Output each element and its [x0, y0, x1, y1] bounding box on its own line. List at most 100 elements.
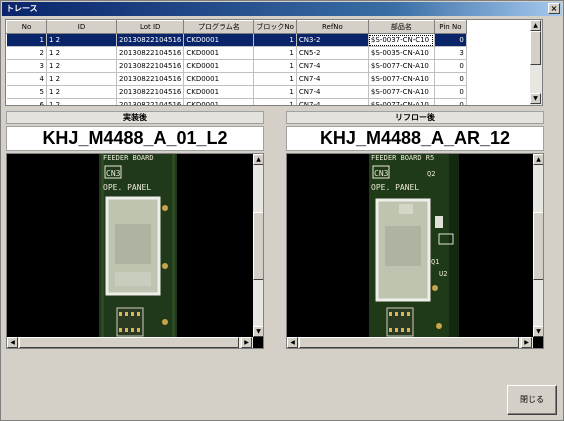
scroll-down-arrow-icon[interactable]: ▼	[530, 93, 541, 104]
table-cell[interactable]: 20130822104516	[116, 85, 185, 99]
table-cell[interactable]: CKD0001	[183, 59, 255, 73]
table-row[interactable]: 11 2 20130822104516 CKD0001 1 CN3-2 $S-0037-C…	[6, 33, 467, 47]
left-image-viewport[interactable]: FEEDER BOARD CN3 OPE. PANEL ▲ ▼ ◀ ▶	[6, 153, 264, 349]
left-viewport-vertical-scrollbar[interactable]: ▲ ▼	[253, 154, 263, 337]
table-cell[interactable]: 0	[434, 72, 467, 86]
column-header[interactable]: ID	[46, 20, 117, 34]
table-cell[interactable]: 1 2	[46, 46, 117, 60]
left-viewport-horizontal-scrollbar[interactable]: ◀ ▶	[7, 337, 253, 348]
right-hscroll-thumb[interactable]	[299, 337, 519, 348]
table-cell[interactable]: CKD0001	[183, 85, 255, 99]
table-row[interactable]: 61 2 20130822104516 CKD0001 1 CN7-4 $S-0077-C…	[6, 98, 467, 105]
right-scroll-left-icon[interactable]: ◀	[287, 337, 298, 348]
left-scroll-down-icon[interactable]: ▼	[253, 326, 263, 337]
table-cell[interactable]: 1 2	[46, 33, 117, 47]
right-pcb-graphic: FEEDER BOARD R5 CN3 Q2 OPE. PANEL Q1 U2	[369, 154, 459, 348]
table-row[interactable]: 21 2 20130822104516 CKD0001 1 CN5-2 $S-0035-C…	[6, 46, 467, 60]
table-cell[interactable]: 3	[6, 59, 47, 73]
column-header[interactable]: No	[6, 20, 47, 34]
table-cell[interactable]: CN3-2	[296, 33, 369, 47]
table-cell[interactable]: $S-0035-CN-A10	[368, 46, 435, 60]
table-cell[interactable]: 20130822104516	[116, 33, 185, 47]
table-cell[interactable]: $S-0077-CN-A10	[368, 72, 435, 86]
right-image-viewport[interactable]: FEEDER BOARD R5 CN3 Q2 OPE. PANEL Q1 U2	[286, 153, 544, 349]
pcb-label-u2: U2	[439, 270, 447, 278]
right-viewport-horizontal-scrollbar[interactable]: ◀ ▶	[287, 337, 533, 348]
left-scroll-up-icon[interactable]: ▲	[253, 154, 263, 165]
table-cell[interactable]: 20130822104516	[116, 46, 185, 60]
left-pcb-image: FEEDER BOARD CN3 OPE. PANEL	[99, 154, 177, 348]
table-row[interactable]: 41 2 20130822104516 CKD0001 1 CN7-4 $S-0077-C…	[6, 72, 467, 86]
table-cell[interactable]: 5	[6, 85, 47, 99]
table-cell[interactable]: 2	[6, 46, 47, 60]
pcb-label-q2: Q2	[427, 170, 435, 178]
left-hscroll-thumb[interactable]	[19, 337, 239, 348]
table-cell[interactable]: 20130822104516	[116, 72, 185, 86]
left-scroll-left-icon[interactable]: ◀	[7, 337, 18, 348]
right-vscroll-thumb[interactable]	[533, 212, 543, 280]
table-cell[interactable]: 1 2	[46, 98, 117, 105]
table-cell[interactable]: 1 2	[46, 85, 117, 99]
pcb-label-cn3-right: CN3	[374, 169, 389, 178]
pcb-label-feeder-board-r5: FEEDER BOARD R5	[371, 154, 434, 162]
table-row[interactable]: 31 2 20130822104516 CKD0001 1 CN7-4 $S-0077-C…	[6, 59, 467, 73]
right-viewport-vertical-scrollbar[interactable]: ▲ ▼	[533, 154, 543, 337]
table-cell[interactable]: $S-0077-CN-A10	[368, 98, 435, 105]
table-cell[interactable]: 1	[253, 85, 297, 99]
table-cell[interactable]: 1 2	[46, 72, 117, 86]
table-cell[interactable]: 3	[434, 46, 467, 60]
right-panel-header: リフロー後	[286, 111, 544, 124]
table-cell[interactable]: $S-0037-CN-C10	[368, 33, 435, 47]
table-cell[interactable]: 1	[253, 33, 297, 47]
table-cell[interactable]: 20130822104516	[116, 98, 185, 105]
left-scroll-right-icon[interactable]: ▶	[241, 337, 252, 348]
table-cell[interactable]: 1	[253, 98, 297, 105]
table-cell[interactable]: 1	[6, 33, 47, 47]
table-cell[interactable]: 0	[434, 98, 467, 105]
trace-window: トレース × No ID Lot ID プログラム名 ブロックNo RefNo 部品名 Pin…	[0, 0, 564, 421]
window-close-button[interactable]: ×	[548, 3, 560, 14]
table-cell[interactable]: 1 2	[46, 59, 117, 73]
title-bar: トレース ×	[2, 2, 562, 16]
left-panel-image-name: KHJ_M4488_A_01_L2	[6, 126, 264, 151]
close-button[interactable]: 閉じる	[507, 385, 557, 415]
table-cell[interactable]: 1	[253, 72, 297, 86]
column-header[interactable]: ブロックNo	[253, 20, 297, 34]
table-cell[interactable]: CKD0001	[183, 46, 255, 60]
right-scroll-down-icon[interactable]: ▼	[533, 326, 543, 337]
table-cell[interactable]: CKD0001	[183, 33, 255, 47]
column-header[interactable]: RefNo	[295, 20, 369, 34]
column-header[interactable]: Lot ID	[115, 20, 185, 34]
table-cell[interactable]: $S-0077-CN-A10	[368, 59, 435, 73]
table-cell[interactable]: CKD0001	[183, 98, 255, 105]
table-cell[interactable]: 0	[434, 59, 467, 73]
table-row[interactable]: 51 2 20130822104516 CKD0001 1 CN7-4 $S-0077-C…	[6, 85, 467, 99]
table-cell[interactable]: 0	[434, 85, 467, 99]
table-cell[interactable]: 0	[434, 33, 467, 47]
table-cell[interactable]: 4	[6, 72, 47, 86]
pcb-label-ope-panel-right: OPE. PANEL	[371, 183, 419, 192]
table-cell[interactable]: CN5-2	[296, 46, 369, 60]
scroll-thumb[interactable]	[530, 31, 541, 65]
table-cell[interactable]: 1	[253, 59, 297, 73]
table-cell[interactable]: 1	[253, 46, 297, 60]
column-header[interactable]: Pin No	[433, 20, 467, 34]
table-cell[interactable]: CN7-4	[296, 85, 369, 99]
table-cell[interactable]: CN7-4	[296, 72, 369, 86]
table-cell[interactable]: CN7-4	[296, 59, 369, 73]
table-cell[interactable]: CKD0001	[183, 72, 255, 86]
column-header[interactable]: 部品名	[367, 20, 435, 34]
table-cell[interactable]: $S-0077-CN-A10	[368, 85, 435, 99]
table-cell[interactable]: 20130822104516	[116, 59, 185, 73]
table-cell[interactable]: 6	[6, 98, 47, 105]
table-vertical-scrollbar[interactable]: ▲ ▼	[530, 20, 542, 105]
right-scroll-up-icon[interactable]: ▲	[533, 154, 543, 165]
pcb-label-cn3: CN3	[106, 169, 121, 178]
left-vscroll-thumb[interactable]	[253, 212, 263, 280]
table-cell[interactable]: CN7-4	[296, 98, 369, 105]
right-scroll-right-icon[interactable]: ▶	[521, 337, 532, 348]
column-header[interactable]: プログラム名	[183, 20, 255, 34]
left-panel-header: 実装後	[6, 111, 264, 124]
right-panel-image-name: KHJ_M4488_A_AR_12	[286, 126, 544, 151]
scroll-up-arrow-icon[interactable]: ▲	[530, 20, 541, 31]
